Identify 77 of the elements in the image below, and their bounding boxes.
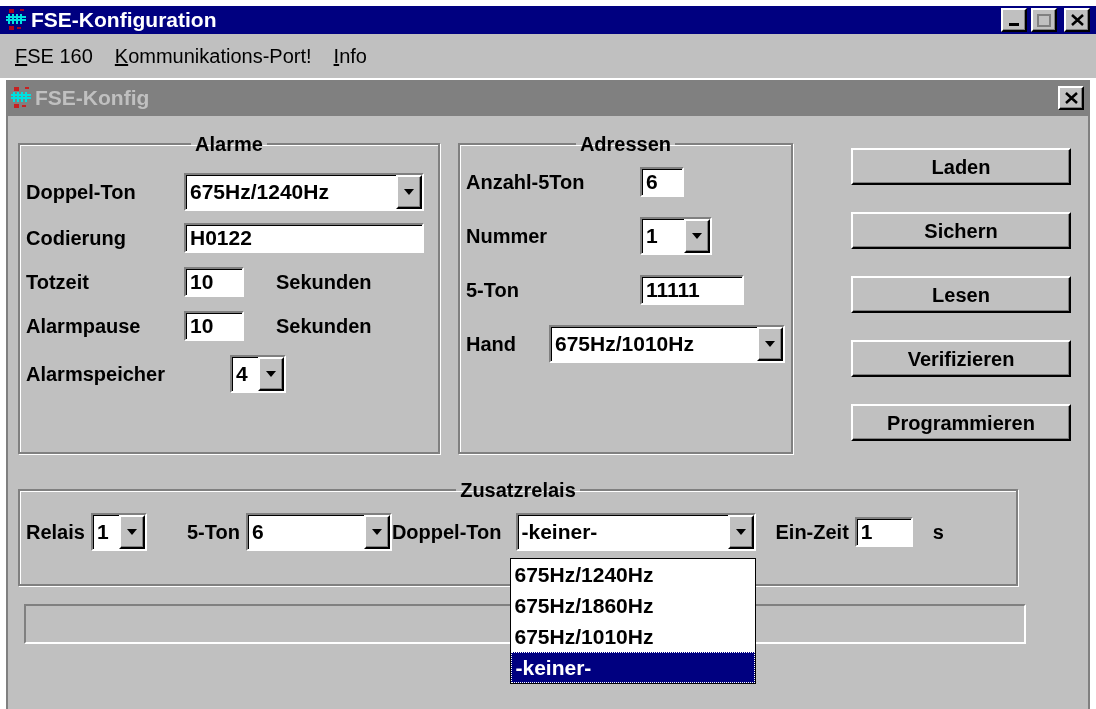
field-label: Alarmspeicher (26, 362, 166, 387)
dropdown-field[interactable]: -keiner- (515, 513, 756, 551)
dropdown-value: -keiner- (520, 519, 599, 546)
dropdown-option[interactable]: 675Hz/1010Hz (510, 621, 755, 652)
field-label: Ein-Zeit (775, 520, 849, 545)
app-icon (10, 86, 32, 110)
window-title: FSE-Konfiguration (31, 7, 218, 34)
dropdown-field[interactable]: 1 (90, 513, 147, 551)
action-button[interactable]: Programmieren (851, 404, 1071, 441)
field-label: Codierung (26, 226, 127, 251)
input-field[interactable]: 10 (184, 267, 244, 297)
caret-icon (735, 529, 746, 535)
dropdown-value: 1 (95, 519, 110, 546)
app-icon (5, 8, 27, 32)
group-title: Adressen (578, 132, 673, 156)
field-label: 5-Ton (186, 520, 240, 545)
dropdown-value: 1 (645, 223, 659, 250)
unit-label: Sekunden (276, 270, 372, 295)
dropdown-field[interactable]: 1 (640, 217, 712, 255)
input-field[interactable]: 6 (640, 167, 684, 197)
dropdown-value: 4 (235, 361, 249, 388)
field-label: Nummer (466, 224, 549, 249)
dropdown-field[interactable]: 675Hz/1010Hz (549, 325, 785, 363)
field-label: Relais (26, 520, 85, 545)
caret-icon (371, 529, 382, 535)
caret-icon (126, 529, 137, 535)
menu-item[interactable]: Info (333, 41, 367, 71)
maximize-button[interactable] (1031, 8, 1057, 32)
caret-icon (765, 341, 775, 347)
action-button[interactable]: Lesen (851, 276, 1071, 313)
close-icon (1070, 14, 1084, 26)
field-label: Doppel-Ton (26, 180, 137, 205)
action-button[interactable]: Laden (851, 148, 1071, 185)
minimize-button[interactable] (1001, 8, 1027, 32)
minimize-icon (1009, 23, 1019, 26)
dropdown-button[interactable] (757, 327, 783, 361)
dropdown-field[interactable]: 675Hz/1240Hz (184, 173, 424, 211)
field-label: Hand (466, 332, 517, 357)
field-label: 5-Ton (466, 278, 520, 303)
dropdown-button[interactable] (118, 515, 145, 549)
dropdown-button[interactable] (727, 515, 754, 549)
dropdown-button[interactable] (258, 357, 284, 391)
input-field[interactable]: 10 (184, 311, 244, 341)
maximize-icon (1037, 13, 1051, 27)
close-icon (1064, 92, 1078, 104)
field-label: Doppel-Ton (391, 520, 502, 545)
input-field[interactable]: H0122 (184, 223, 424, 253)
dropdown-value: 6 (250, 519, 265, 546)
dropdown-button[interactable] (684, 219, 710, 253)
dropdown-value: 675Hz/1240Hz (189, 179, 330, 206)
input-field[interactable]: 11111 (640, 275, 744, 305)
close-button[interactable] (1058, 86, 1084, 110)
child-window-title: FSE-Konfig (35, 85, 151, 112)
dropdown-value: 675Hz/1010Hz (554, 331, 695, 358)
caret-icon (404, 189, 414, 195)
field-label: Alarmpause (26, 314, 142, 339)
dropdown-field[interactable]: 6 (245, 513, 392, 551)
dropdown-field[interactable]: 4 (230, 355, 286, 393)
caret-icon (692, 233, 702, 239)
input-field[interactable]: 1 (854, 517, 913, 547)
menu-item[interactable]: FSE 160 (15, 41, 93, 71)
unit-label: s (932, 520, 944, 545)
action-button[interactable]: Verifizieren (851, 340, 1071, 377)
unit-label: Sekunden (276, 314, 372, 339)
field-label: Anzahl-5Ton (466, 170, 586, 195)
action-button[interactable]: Sichern (851, 212, 1071, 249)
caret-icon (266, 371, 276, 377)
field-label: Totzeit (26, 270, 90, 295)
dropdown-option[interactable]: 675Hz/1240Hz (510, 559, 755, 590)
dropdown-button[interactable] (396, 175, 422, 209)
group-title: Zusatzrelais (459, 478, 577, 502)
dropdown-button[interactable] (363, 515, 390, 549)
group-title: Alarme (194, 132, 264, 156)
dropdown-option[interactable]: -keiner- (510, 652, 755, 683)
close-button[interactable] (1064, 8, 1090, 32)
menu-item[interactable]: Kommunikations-Port! (114, 41, 312, 71)
dropdown-option[interactable]: 675Hz/1860Hz (510, 590, 755, 621)
